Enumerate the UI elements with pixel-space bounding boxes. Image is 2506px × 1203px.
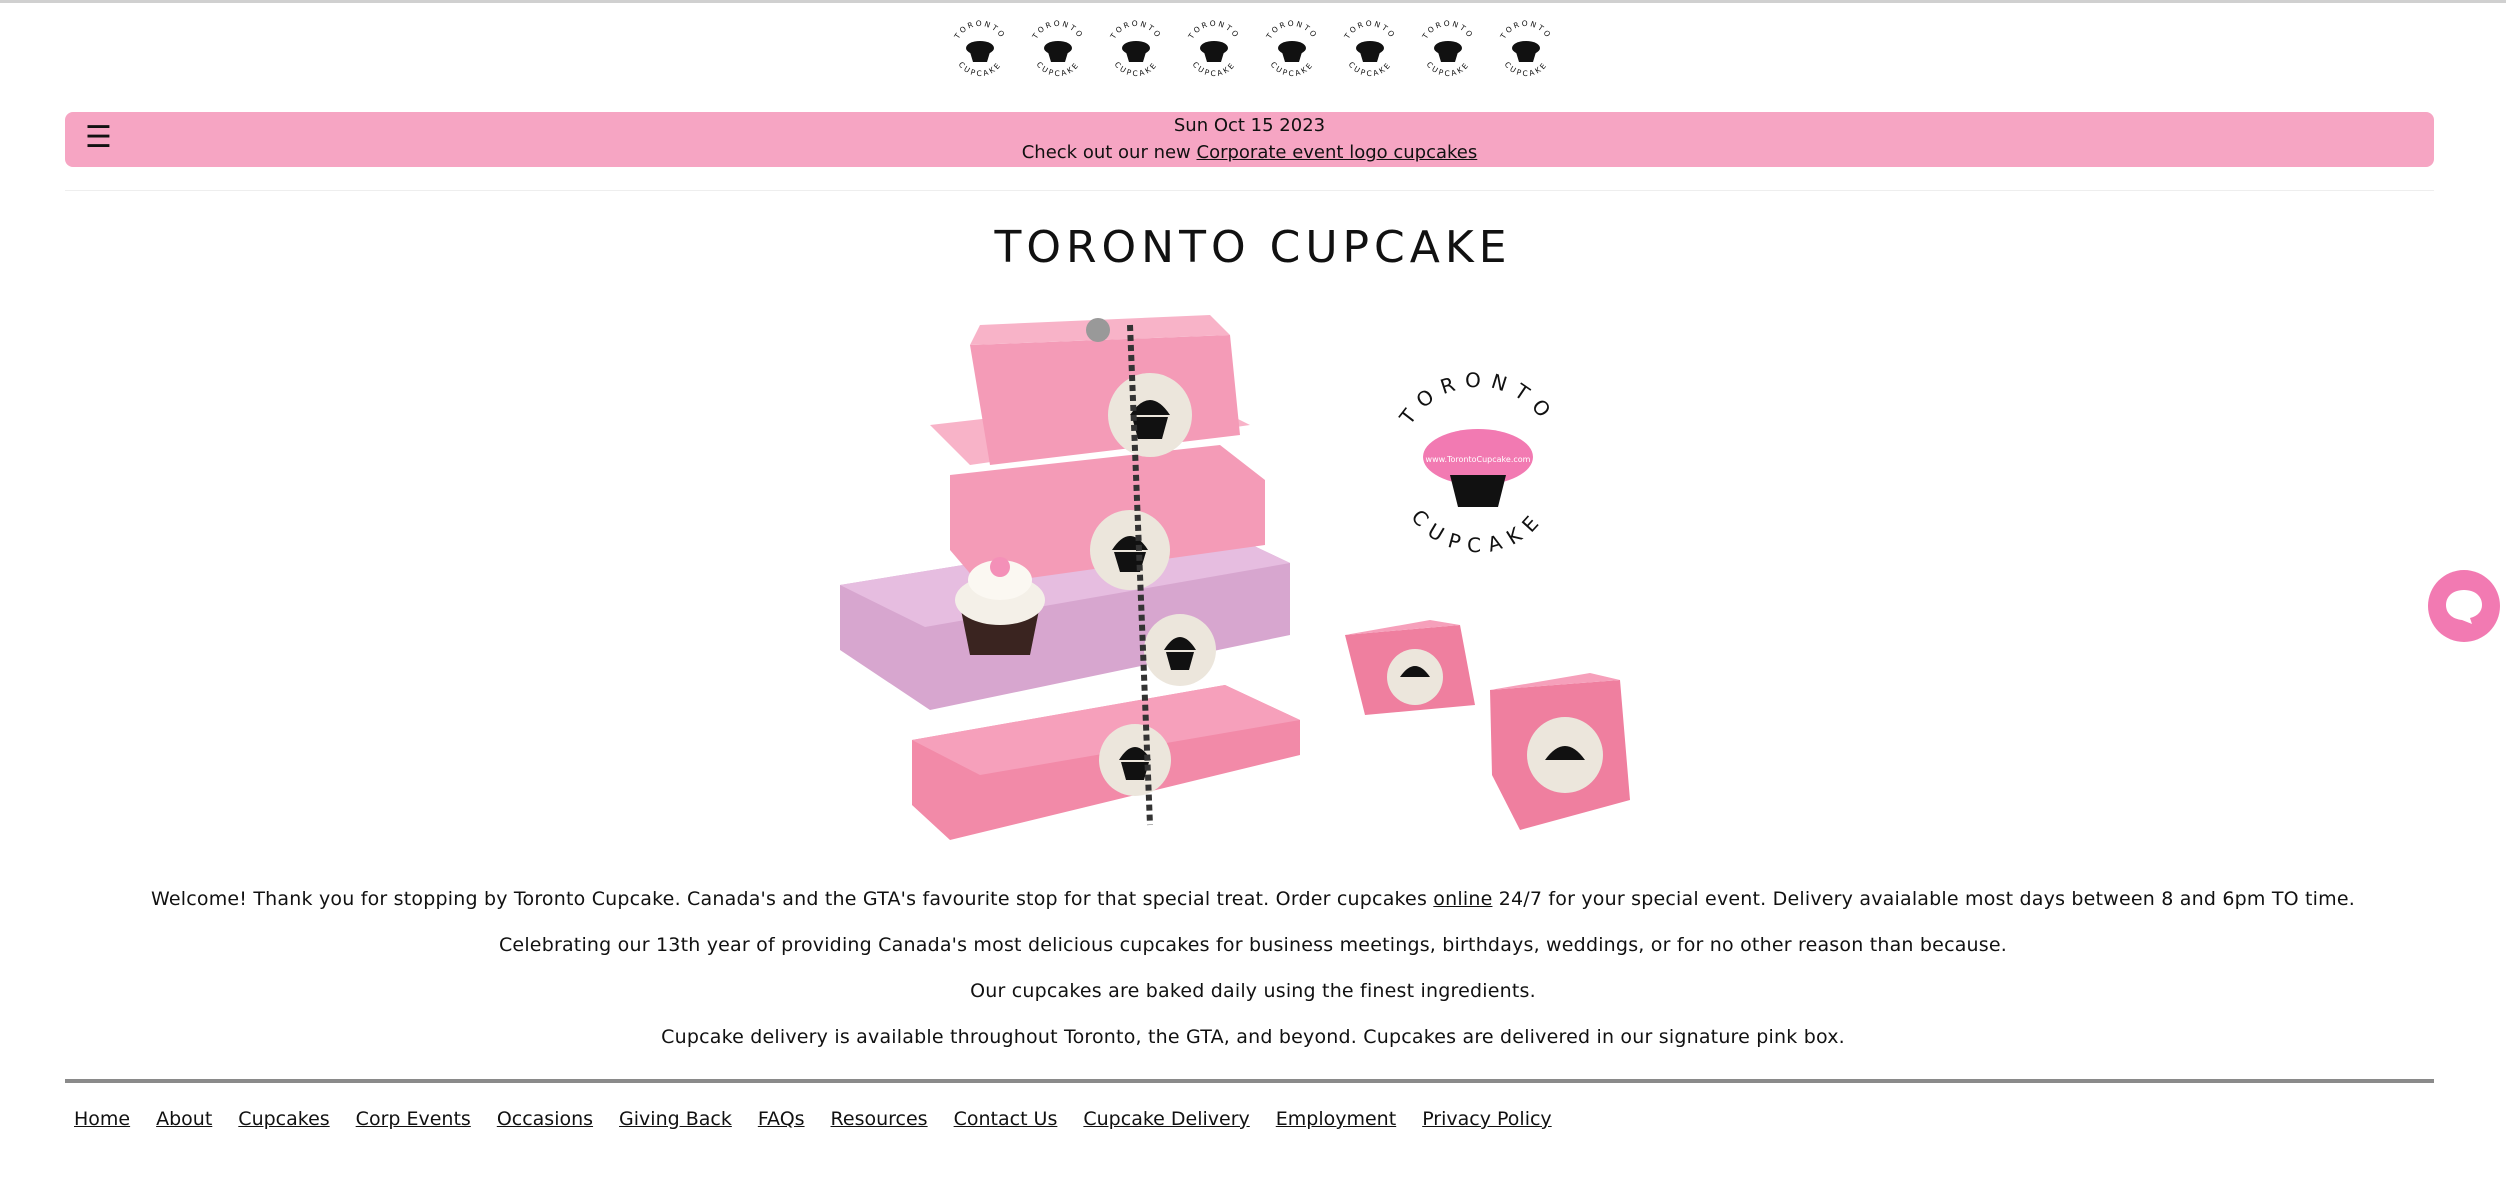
top-border — [0, 0, 2506, 3]
svg-text:TORONTO: TORONTO — [1030, 19, 1086, 41]
svg-text:CUPCAKE: CUPCAKE — [1425, 60, 1472, 78]
footer-link-contact-us[interactable]: Contact Us — [954, 1108, 1058, 1130]
hamburger-icon[interactable]: ☰ — [85, 118, 112, 158]
svg-text:TORONTO: TORONTO — [1264, 19, 1320, 41]
footer-link-corp-events[interactable]: Corp Events — [356, 1108, 471, 1130]
svg-text:CUPCAKE: CUPCAKE — [1503, 60, 1550, 78]
cupcake-logo-icon[interactable]: TORONTO CUPCAKE — [948, 18, 1012, 82]
svg-text:CUPCAKE: CUPCAKE — [1347, 60, 1394, 78]
footer-link-privacy-policy[interactable]: Privacy Policy — [1422, 1108, 1551, 1130]
footer-link-occasions[interactable]: Occasions — [497, 1108, 593, 1130]
svg-text:TORONTO: TORONTO — [1498, 19, 1554, 41]
svg-text:TORONTO: TORONTO — [1186, 19, 1242, 41]
hero-image: TORONTO CUPCAKE www.TorontoCupcake.com — [840, 315, 1630, 840]
svg-text:TORONTO: TORONTO — [1342, 19, 1398, 41]
footer-link-faqs[interactable]: FAQs — [758, 1108, 805, 1130]
chat-bubble-icon — [2446, 590, 2482, 624]
svg-text:CUPCAKE: CUPCAKE — [957, 60, 1004, 78]
chat-button[interactable] — [2428, 570, 2500, 642]
footer-link-home[interactable]: Home — [74, 1108, 130, 1130]
cupcake-logo-icon[interactable]: TORONTO CUPCAKE — [1182, 18, 1246, 82]
footer-link-cupcake-delivery[interactable]: Cupcake Delivery — [1083, 1108, 1249, 1130]
cupcake-logo-icon[interactable]: TORONTO CUPCAKE — [1494, 18, 1558, 82]
footer-nav: Home About Cupcakes Corp Events Occasions Giv… — [65, 1108, 1552, 1130]
announcement-banner: ☰ Sun Oct 15 2023 Check out our new Corp… — [65, 112, 2434, 167]
svg-text:CUPCAKE: CUPCAKE — [1269, 60, 1316, 78]
footer-link-employment[interactable]: Employment — [1276, 1108, 1396, 1130]
banner-date: Sun Oct 15 2023 — [1173, 115, 1326, 136]
cupcake-logo-icon[interactable]: TORONTO CUPCAKE — [1260, 18, 1324, 82]
stacked-pink-boxes — [840, 315, 1300, 840]
footer-link-cupcakes[interactable]: Cupcakes — [238, 1108, 329, 1130]
welcome-paragraph: Welcome! Thank you for stopping by Toron… — [151, 888, 2355, 910]
svg-text:TORONTO: TORONTO — [1394, 368, 1561, 430]
announcement-prefix: Check out our new — [1021, 142, 1197, 163]
svg-text:CUPCAKE: CUPCAKE — [1113, 60, 1160, 78]
cupcake-logo-icon[interactable]: TORONTO CUPCAKE — [1338, 18, 1402, 82]
svg-text:www.TorontoCupcake.com: www.TorontoCupcake.com — [1426, 455, 1531, 464]
footer-link-about[interactable]: About — [156, 1108, 212, 1130]
svg-text:TORONTO: TORONTO — [952, 19, 1008, 41]
ingredients-paragraph: Our cupcakes are baked daily using the f… — [970, 980, 1536, 1002]
cupcake-logo-icon[interactable]: TORONTO CUPCAKE — [1416, 18, 1480, 82]
order-online-link[interactable]: online — [1433, 888, 1492, 910]
header-divider — [65, 190, 2434, 191]
cupcake-logo-icon[interactable]: TORONTO CUPCAKE — [1104, 18, 1168, 82]
svg-text:CUPCAKE: CUPCAKE — [1407, 505, 1550, 557]
delivery-paragraph: Cupcake delivery is available throughout… — [661, 1026, 1845, 1048]
small-pink-boxes — [1345, 620, 1630, 830]
footer-divider — [65, 1079, 2434, 1083]
welcome-content: Welcome! Thank you for stopping by Toron… — [0, 888, 2506, 1072]
svg-text:CUPCAKE: CUPCAKE — [1191, 60, 1238, 78]
banner-announcement: Check out our new Corporate event logo c… — [65, 139, 2434, 166]
footer-link-giving-back[interactable]: Giving Back — [619, 1108, 732, 1130]
celebrating-paragraph: Celebrating our 13th year of providing C… — [498, 934, 2008, 956]
logo-strip[interactable]: TORONTO CUPCAKE TORONTO CUPCAKE TORONTO CUPCA… — [0, 18, 2506, 82]
page-title: TORONTO CUPCAKE — [994, 222, 1512, 273]
corporate-logo-cupcakes-link[interactable]: Corporate event logo cupcakes — [1197, 142, 1478, 163]
hero-cupcake-logo: TORONTO CUPCAKE www.TorontoCupcake.com — [1394, 368, 1561, 557]
svg-text:CUPCAKE: CUPCAKE — [1035, 60, 1082, 78]
svg-text:TORONTO: TORONTO — [1108, 19, 1164, 41]
cupcake-logo-icon[interactable]: TORONTO CUPCAKE — [1026, 18, 1090, 82]
svg-text:TORONTO: TORONTO — [1420, 19, 1476, 41]
footer-link-resources[interactable]: Resources — [831, 1108, 928, 1130]
